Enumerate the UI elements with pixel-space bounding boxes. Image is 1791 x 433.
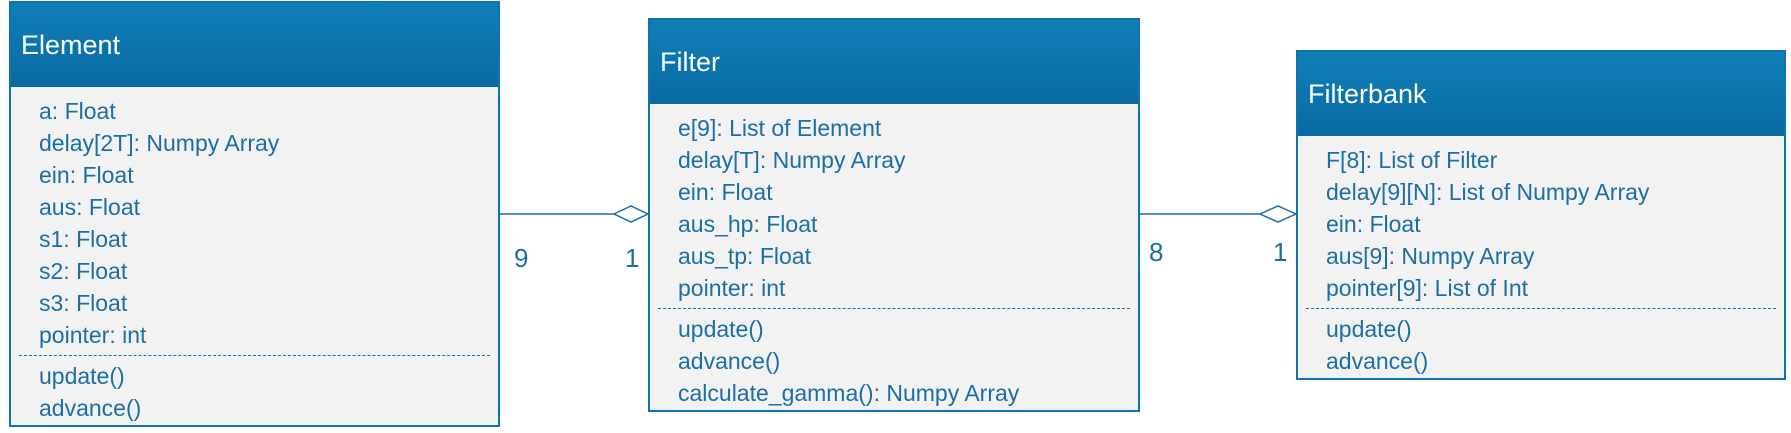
method-separator [658, 308, 1130, 309]
attribute: pointer: int [678, 275, 786, 301]
filter-filterbank-aggregation-diamond [1258, 205, 1298, 223]
attribute: aus_hp: Float [678, 211, 818, 237]
attribute: aus: Float [39, 194, 140, 220]
attribute: ein: Float [39, 162, 134, 188]
class-filterbank-header: Filterbank [1298, 52, 1784, 136]
class-element[interactable]: Element a: Float delay[2T]: Numpy Array … [9, 1, 500, 427]
class-filter-name: Filter [660, 46, 720, 77]
method: advance() [39, 395, 142, 421]
class-filterbank-name: Filterbank [1308, 78, 1427, 109]
method: advance() [1326, 348, 1429, 374]
class-filter-header: Filter [650, 20, 1138, 104]
attribute: ein: Float [678, 179, 773, 205]
method: update() [1326, 316, 1412, 342]
class-filterbank-body: F[8]: List of Filter delay[9][N]: List o… [1298, 136, 1784, 377]
class-filter[interactable]: Filter e[9]: List of Element delay[T]: N… [648, 18, 1140, 412]
multiplicity-filter-to-bank: 8 [1149, 237, 1164, 267]
attribute: a: Float [39, 98, 116, 124]
method: update() [39, 363, 125, 389]
attribute: ein: Float [1326, 211, 1421, 237]
class-element-header: Element [11, 3, 498, 87]
attribute: s1: Float [39, 226, 128, 252]
attribute: pointer[9]: List of Int [1326, 275, 1529, 301]
class-filterbank[interactable]: Filterbank F[8]: List of Filter delay[9]… [1296, 50, 1786, 380]
attribute: delay[T]: Numpy Array [678, 147, 906, 173]
attribute: delay[2T]: Numpy Array [39, 130, 280, 156]
multiplicity-element-side: 9 [514, 243, 529, 273]
method: update() [678, 316, 764, 342]
multiplicity-filter-side: 1 [625, 243, 640, 273]
attribute: F[8]: List of Filter [1326, 147, 1498, 173]
method-separator [19, 355, 490, 356]
class-filter-body: e[9]: List of Element delay[T]: Numpy Ar… [650, 104, 1138, 409]
attribute: s2: Float [39, 258, 128, 284]
attribute: pointer: int [39, 322, 147, 348]
attribute: delay[9][N]: List of Numpy Array [1326, 179, 1650, 205]
method: advance() [678, 348, 781, 374]
class-element-body: a: Float delay[2T]: Numpy Array ein: Flo… [11, 87, 498, 424]
element-filter-aggregation-diamond [612, 205, 650, 223]
class-element-name: Element [21, 29, 121, 60]
method-separator [1306, 308, 1776, 309]
method: calculate_gamma(): Numpy Array [678, 380, 1020, 406]
attribute: aus_tp: Float [678, 243, 811, 269]
attribute: aus[9]: Numpy Array [1326, 243, 1535, 269]
attribute: e[9]: List of Element [678, 115, 882, 141]
multiplicity-filterbank-side: 1 [1273, 237, 1288, 267]
attribute: s3: Float [39, 290, 128, 316]
